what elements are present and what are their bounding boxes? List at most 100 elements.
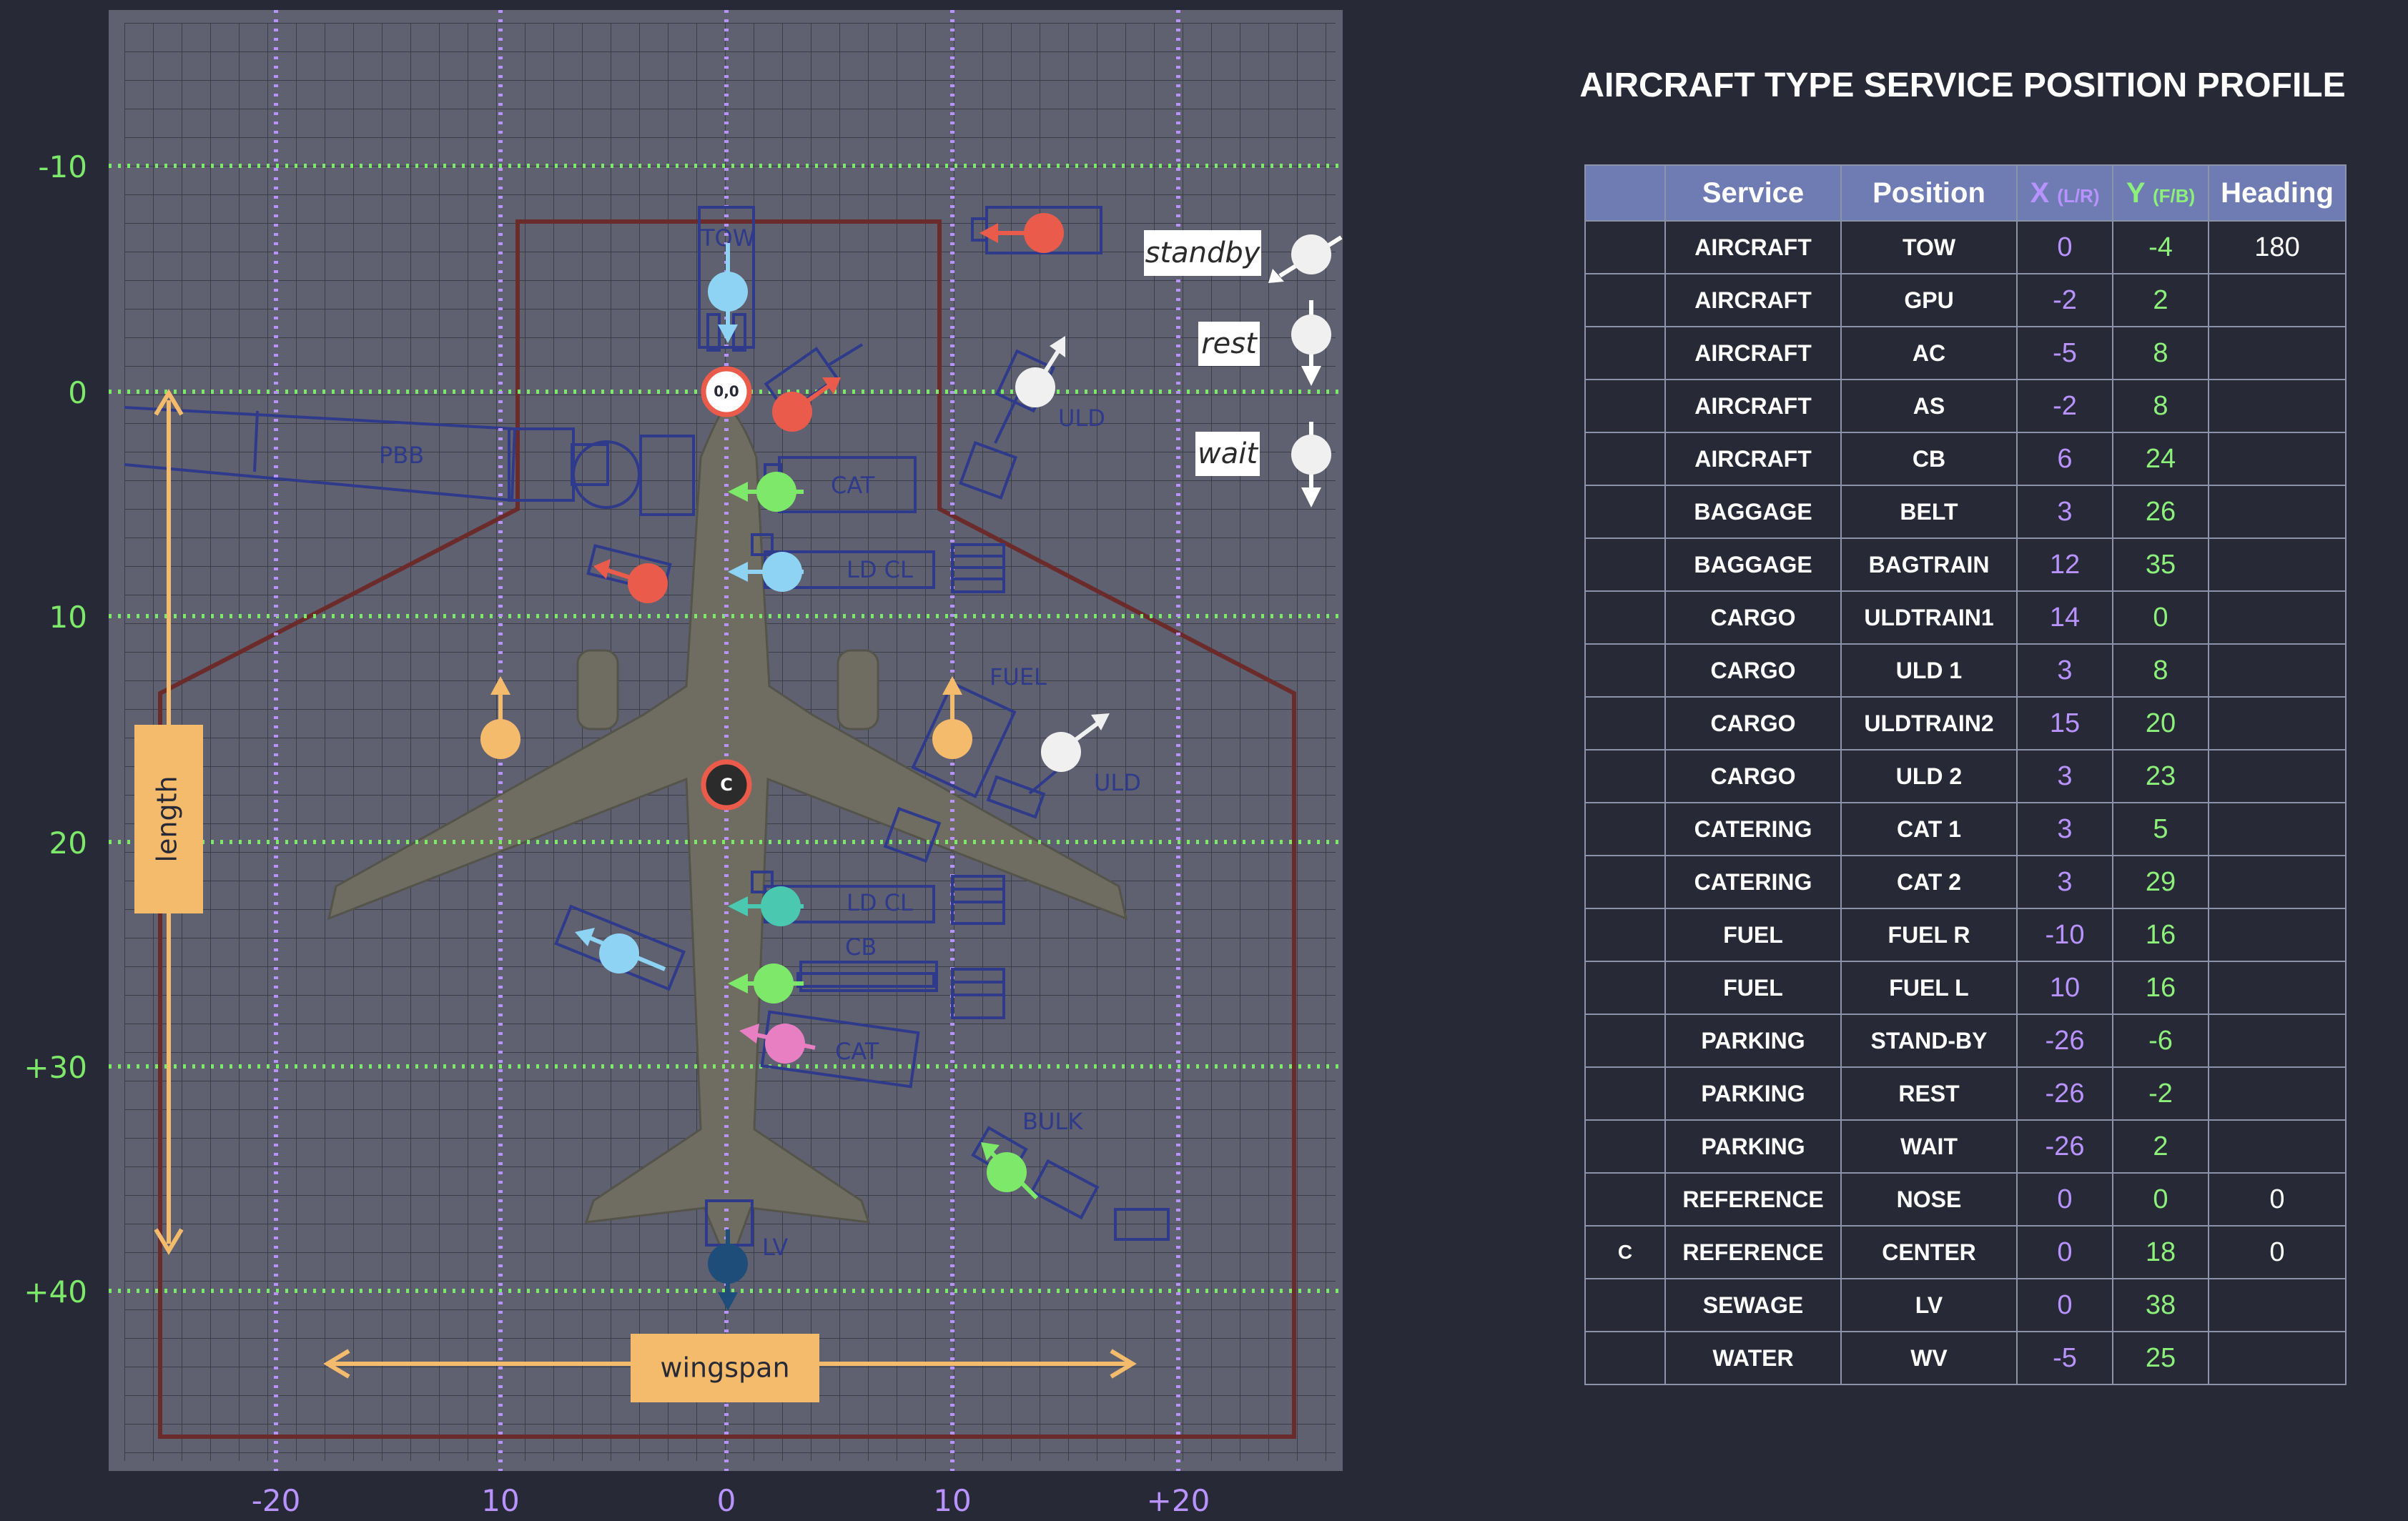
cell-service: CARGO [1664, 643, 1842, 698]
cell-x: -5 [2016, 326, 2113, 380]
cell-y: 35 [2112, 537, 2209, 592]
header-x-label: X [2030, 177, 2050, 209]
cell-heading [2208, 696, 2347, 750]
cell-mark [1584, 696, 1666, 750]
cell-service: WATER [1664, 1331, 1842, 1385]
cell-y: 38 [2112, 1278, 2209, 1332]
x-axis-labels: -20 10 0 10 +20 [252, 1483, 1210, 1518]
x-label-0: 0 [717, 1483, 736, 1518]
cell-mark [1584, 855, 1666, 909]
cell-y: 20 [2112, 696, 2209, 750]
cell-position: CAT 1 [1840, 802, 2018, 856]
table-row: AIRCRAFT AC -5 8 [1584, 326, 2347, 380]
cell-service: AIRCRAFT [1664, 220, 1842, 274]
lv-label: LV [762, 1234, 788, 1261]
cell-position: FUEL L [1840, 961, 2018, 1015]
cell-mark [1584, 749, 1666, 803]
cell-position: WV [1840, 1331, 2018, 1385]
cell-heading [2208, 590, 2347, 645]
y-label-30: +30 [24, 1050, 87, 1085]
cell-mark [1584, 643, 1666, 698]
x-label-20: +20 [1147, 1483, 1210, 1518]
cell-service: PARKING [1664, 1014, 1842, 1068]
cell-heading [2208, 1119, 2347, 1174]
ldcl-bottom-label: LD CL [847, 889, 913, 916]
cell-heading [2208, 908, 2347, 962]
cell-x: -26 [2016, 1119, 2113, 1174]
cell-x: -2 [2016, 273, 2113, 327]
cell-position: BELT [1840, 485, 2018, 539]
cell-heading [2208, 1066, 2347, 1121]
cell-heading [2208, 749, 2347, 803]
origin-label: 0,0 [714, 383, 739, 400]
cell-position: AS [1840, 379, 2018, 433]
cell-service: AIRCRAFT [1664, 273, 1842, 327]
cell-position: AC [1840, 326, 2018, 380]
table-row: AIRCRAFT CB 6 24 [1584, 432, 2347, 486]
table-row: SEWAGE LV 0 38 [1584, 1278, 2347, 1332]
header-position: Position [1840, 164, 2018, 222]
table-row: C REFERENCE CENTER 0 18 0 [1584, 1225, 2347, 1279]
cell-x: -10 [2016, 908, 2113, 962]
cell-y: 26 [2112, 485, 2209, 539]
table-row: CARGO ULDTRAIN1 14 0 [1584, 590, 2347, 645]
cell-x: 3 [2016, 749, 2113, 803]
table-row: REFERENCE NOSE 0 0 0 [1584, 1172, 2347, 1227]
table-row: FUEL FUEL L 10 16 [1584, 961, 2347, 1015]
cell-x: 14 [2016, 590, 2113, 645]
table-header-row: Service Position X (L/R) Y (F/B) Heading [1584, 164, 2347, 222]
fuel-label: FUEL [990, 663, 1047, 690]
legend-standby-label: standby [1145, 237, 1261, 269]
header-y-sub: (F/B) [2152, 184, 2196, 207]
pbb-label: PBB [379, 442, 424, 469]
cat-bottom-label: CAT [835, 1038, 879, 1065]
uld-mid-label: ULD [1094, 769, 1141, 796]
cell-y: 0 [2112, 590, 2209, 645]
cell-service: FUEL [1664, 908, 1842, 962]
cell-position: TOW [1840, 220, 2018, 274]
cell-mark [1584, 961, 1666, 1015]
cell-x: 15 [2016, 696, 2113, 750]
cell-position: ULD 2 [1840, 749, 2018, 803]
cell-x: -26 [2016, 1014, 2113, 1068]
table-row: CARGO ULD 2 3 23 [1584, 749, 2347, 803]
cell-service: CARGO [1664, 749, 1842, 803]
cell-y: 8 [2112, 643, 2209, 698]
cell-mark [1584, 379, 1666, 433]
cell-heading [2208, 379, 2347, 433]
header-y: Y (F/B) [2112, 164, 2209, 222]
cell-mark [1584, 220, 1666, 274]
cell-position: FUEL R [1840, 908, 2018, 962]
cat-top-label: CAT [831, 472, 875, 499]
cell-heading [2208, 432, 2347, 486]
cell-x: 0 [2016, 1172, 2113, 1227]
x-label-minus10: 10 [481, 1483, 519, 1518]
cell-mark [1584, 1066, 1666, 1121]
cell-y: 0 [2112, 1172, 2209, 1227]
cell-x: 3 [2016, 802, 2113, 856]
cell-mark [1584, 326, 1666, 380]
table-row: BAGGAGE BELT 3 26 [1584, 485, 2347, 539]
cell-mark [1584, 1172, 1666, 1227]
cell-mark [1584, 802, 1666, 856]
cell-service: AIRCRAFT [1664, 326, 1842, 380]
table-row: WATER WV -5 25 [1584, 1331, 2347, 1385]
cell-position: CB [1840, 432, 2018, 486]
cell-service: AIRCRAFT [1664, 432, 1842, 486]
cell-mark [1584, 273, 1666, 327]
cell-position: BAGTRAIN [1840, 537, 2018, 592]
cell-mark [1584, 537, 1666, 592]
table-body: AIRCRAFT TOW 0 -4 180 AIRCRAFT GPU -2 2 AIRCRAFT A… [1584, 220, 2347, 1385]
service-position-table: Service Position X (L/R) Y (F/B) Heading… [1584, 164, 2347, 1385]
cell-x: -5 [2016, 1331, 2113, 1385]
table-row: PARKING REST -26 -2 [1584, 1066, 2347, 1121]
cell-y: 25 [2112, 1331, 2209, 1385]
cell-y: 5 [2112, 802, 2209, 856]
x-label-minus20: -20 [252, 1483, 301, 1518]
cell-heading [2208, 961, 2347, 1015]
cell-y: 8 [2112, 379, 2209, 433]
cell-x: -26 [2016, 1066, 2113, 1121]
cell-y: 18 [2112, 1225, 2209, 1279]
cell-mark [1584, 590, 1666, 645]
cell-service: REFERENCE [1664, 1225, 1842, 1279]
